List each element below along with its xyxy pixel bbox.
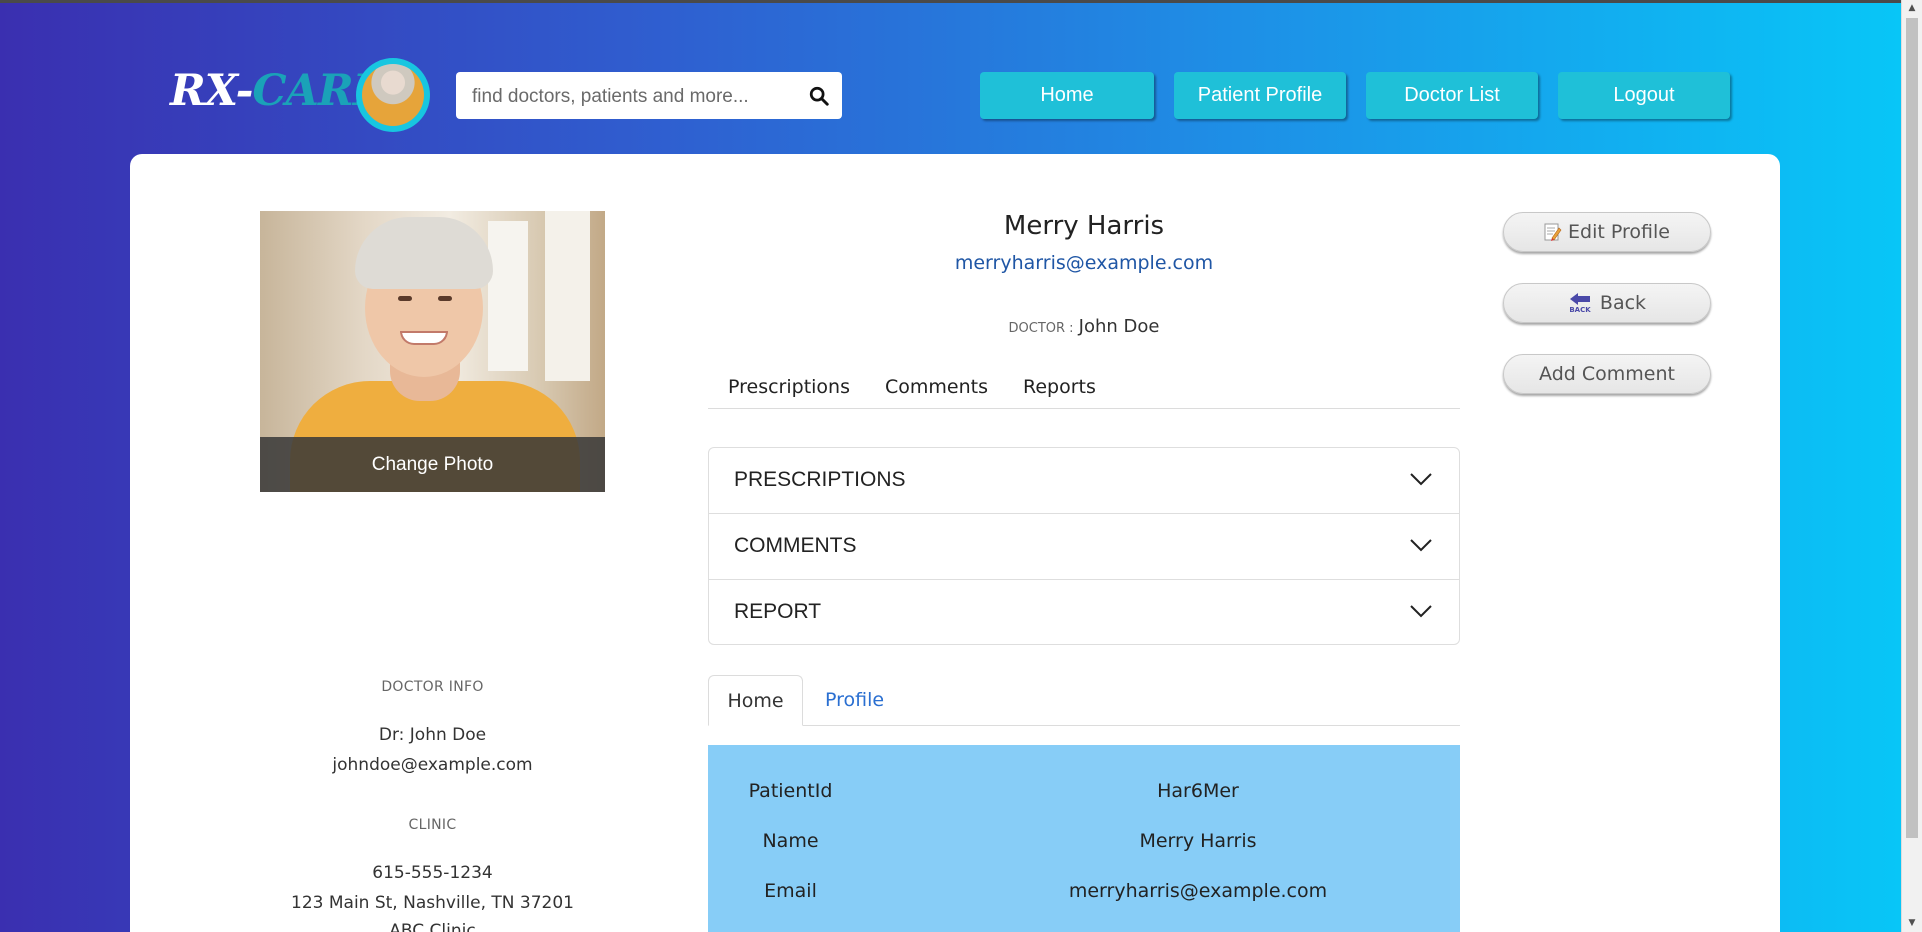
doctor-name: John Doe [1078, 316, 1160, 337]
patient-photo: Change Photo [260, 211, 605, 492]
patient-email[interactable]: merryharris@example.com [708, 252, 1460, 274]
assigned-doctor: DOCTOR : John Doe [708, 316, 1460, 337]
change-photo-button[interactable]: Change Photo [260, 437, 605, 492]
accordion-comments[interactable]: COMMENTS [709, 514, 1459, 580]
brand-logo[interactable]: RX-CARE [170, 66, 386, 116]
detail-value: Merry Harris [1139, 830, 1257, 852]
detail-tabs: Home Profile [708, 675, 1460, 726]
back-arrow-icon: BACK [1569, 293, 1591, 314]
doctor-info-email: johndoe@example.com [332, 755, 533, 775]
add-comment-button[interactable]: Add Comment [1503, 354, 1711, 394]
page-background: RX-CARE Home Patient Profile Doctor List… [0, 0, 1902, 932]
accordion: PRESCRIPTIONS COMMENTS REPORT [708, 447, 1460, 645]
detail-value: merryharris@example.com [1068, 880, 1328, 902]
chevron-down-icon [1410, 605, 1432, 618]
back-button[interactable]: BACK Back [1503, 283, 1711, 323]
chevron-down-icon [1410, 473, 1432, 486]
detail-row: Name Merry Harris [708, 830, 1460, 880]
patient-name: Merry Harris [1003, 211, 1165, 241]
tab-home[interactable]: Home [708, 675, 803, 726]
nav-doctor-list-button[interactable]: Doctor List [1366, 72, 1538, 119]
doctor-info-heading: DOCTOR INFO [381, 679, 484, 695]
scrollbar-thumb[interactable] [1906, 18, 1918, 838]
detail-key: Email [764, 880, 817, 902]
vertical-scrollbar[interactable]: ▲ ▼ [1901, 0, 1922, 932]
doctor-info-name: Dr: John Doe [378, 725, 487, 745]
search-icon[interactable] [808, 85, 830, 107]
tab-comments[interactable]: Comments [885, 376, 988, 398]
tab-profile[interactable]: Profile [825, 689, 884, 711]
nav-logout-button[interactable]: Logout [1558, 72, 1730, 119]
search-box [456, 72, 842, 121]
section-tabs: Prescriptions Comments Reports [708, 372, 1460, 409]
edit-profile-button[interactable]: Edit Profile [1503, 212, 1711, 252]
patient-details-panel: PatientId Har6Mer Name Merry Harris Emai… [708, 745, 1460, 932]
scroll-down-arrow-icon[interactable]: ▼ [1902, 915, 1922, 932]
accordion-report[interactable]: REPORT [709, 580, 1459, 646]
search-input[interactable] [470, 72, 794, 121]
scroll-up-arrow-icon[interactable]: ▲ [1902, 0, 1922, 17]
svg-text:BACK: BACK [1569, 306, 1591, 314]
user-avatar[interactable] [356, 58, 430, 132]
clinic-phone: 615-555-1234 [372, 863, 493, 883]
clinic-address: 123 Main St, Nashville, TN 37201 [291, 893, 574, 913]
window-top-border [0, 0, 1922, 3]
tab-reports[interactable]: Reports [1023, 376, 1096, 398]
detail-row: PatientId Har6Mer [708, 780, 1460, 830]
detail-value: Har6Mer [1157, 780, 1239, 802]
nav-patient-profile-button[interactable]: Patient Profile [1174, 72, 1346, 119]
chevron-down-icon [1410, 539, 1432, 552]
edit-icon [1544, 223, 1562, 241]
detail-key: PatientId [748, 780, 833, 802]
avatar-image [362, 64, 424, 126]
doctor-label: DOCTOR : [1008, 321, 1074, 336]
accordion-prescriptions[interactable]: PRESCRIPTIONS [709, 448, 1459, 514]
tab-prescriptions[interactable]: Prescriptions [728, 376, 850, 398]
nav-home-button[interactable]: Home [980, 72, 1154, 119]
clinic-heading: CLINIC [408, 817, 457, 833]
detail-row: Email merryharris@example.com [708, 880, 1460, 930]
clinic-name: ABC Clinic [389, 921, 476, 932]
detail-key: Name [762, 830, 819, 852]
